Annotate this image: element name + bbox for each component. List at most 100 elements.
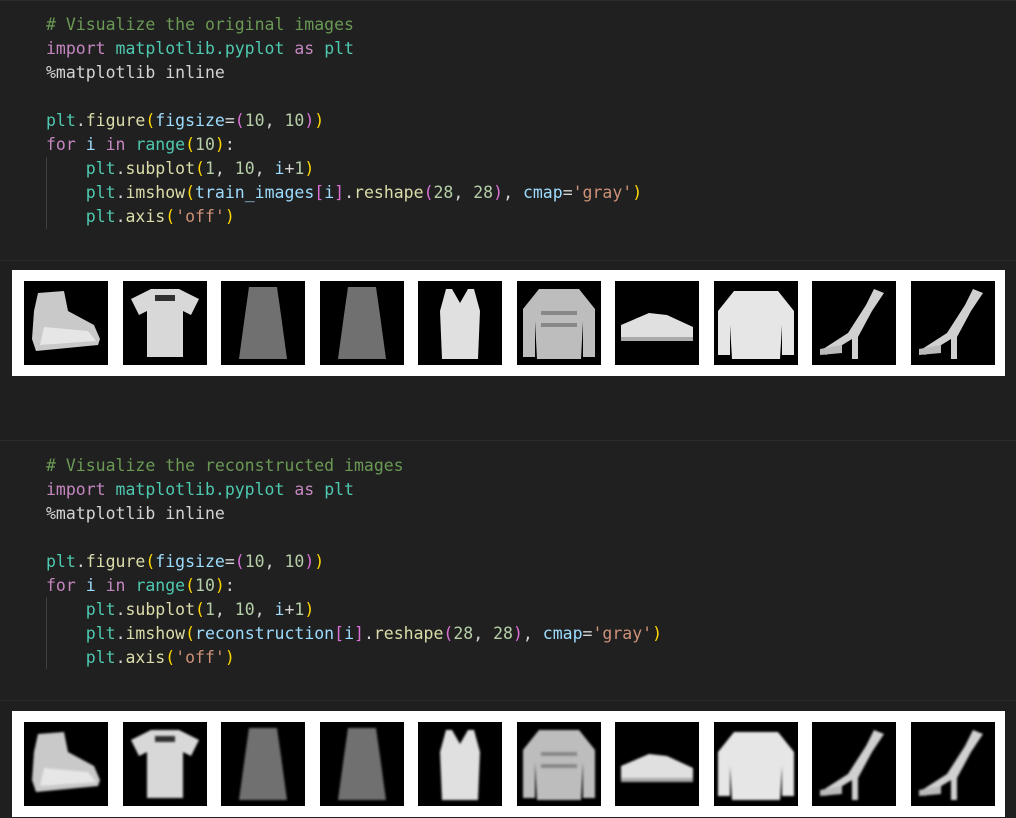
- code-token: ,: [503, 183, 523, 202]
- code-line: plt.imshow(reconstruction[i].reshape(28,…: [46, 622, 662, 646]
- code-token: .: [115, 648, 126, 667]
- code-token: (: [145, 111, 156, 130]
- code-line: plt.axis('off'): [46, 646, 662, 670]
- pullover-image: [522, 289, 595, 359]
- code-token: ,: [214, 600, 235, 619]
- code-token: [: [334, 624, 345, 643]
- code-token: =: [224, 552, 235, 571]
- pullover-image: [717, 732, 794, 800]
- code-token: ,: [214, 159, 235, 178]
- code-token: ]: [334, 183, 345, 202]
- code-line: plt.figure(figsize=(10, 10)): [46, 550, 662, 574]
- sandal-image: [918, 289, 983, 359]
- code-cell-reconstructed[interactable]: # Visualize the reconstructed images impo…: [0, 440, 1016, 701]
- code-line: for i in range(10):: [46, 574, 662, 598]
- code-line: plt.subplot(1, 10, i+1): [46, 598, 662, 622]
- code-token: 'gray': [592, 624, 653, 643]
- code-token: (: [145, 552, 156, 571]
- code-token: plt: [85, 159, 116, 178]
- code-token: ]: [354, 624, 364, 643]
- code-token: .: [75, 552, 86, 571]
- code-token: 10: [195, 135, 215, 154]
- code-token: matplotlib.pyplot: [115, 39, 285, 58]
- code-token: i: [344, 624, 354, 643]
- code-token: 10: [195, 576, 215, 595]
- code-token: 10: [244, 552, 265, 571]
- code-token: .: [115, 207, 126, 226]
- code-token: plt: [85, 624, 116, 643]
- code-token: i: [324, 183, 335, 202]
- code-token: i: [274, 159, 285, 178]
- code-cell-original[interactable]: # Visualize the original images import ma…: [0, 0, 1016, 261]
- code-token: =: [582, 624, 593, 643]
- code-token: (: [234, 111, 245, 130]
- code-line: plt.figure(figsize=(10, 10)): [46, 109, 642, 133]
- code-line: import matplotlib.pyplot as plt: [46, 37, 642, 61]
- pullover-image: [717, 291, 794, 359]
- ankle-boot-image: [32, 291, 100, 351]
- sandal-image: [918, 730, 983, 800]
- code-token: (: [165, 648, 176, 667]
- thumbnail-ankle-boot: [24, 722, 108, 806]
- code-token: 'off': [175, 648, 225, 667]
- code-token: (: [185, 624, 196, 643]
- code-token: reshape: [373, 624, 444, 643]
- code-token: imshow: [125, 183, 186, 202]
- code-token: ): [304, 111, 315, 130]
- code-token: in: [105, 576, 126, 595]
- code-line: plt.imshow(train_images[i].reshape(28, 2…: [46, 181, 642, 205]
- code-token: # Visualize the original images: [46, 15, 354, 34]
- code-token: 10: [234, 159, 255, 178]
- code-token: ): [314, 111, 325, 130]
- code-token: 28: [473, 183, 494, 202]
- code-token: plt: [85, 207, 116, 226]
- code-token: plt: [324, 39, 354, 58]
- code-token: ): [314, 552, 325, 571]
- code-editor[interactable]: # Visualize the reconstructed images impo…: [46, 454, 662, 670]
- sneaker-image: [621, 313, 693, 341]
- thumbnail-t-shirt: [122, 281, 207, 365]
- code-token: import: [46, 480, 106, 499]
- code-token: axis: [125, 648, 166, 667]
- thumbnail-sandal: [910, 281, 995, 365]
- thumbnail-ankle-boot: [24, 281, 108, 365]
- code-line: # Visualize the original images: [46, 13, 642, 37]
- thumbnail-top: [418, 281, 502, 365]
- code-token: ,: [254, 159, 275, 178]
- code-token: 10: [234, 600, 255, 619]
- thumbnail-sneaker: [615, 281, 699, 365]
- code-token: as: [294, 39, 315, 58]
- code-token: ): [304, 552, 315, 571]
- code-token: ): [512, 624, 523, 643]
- output-original-images: [12, 270, 1005, 376]
- top-image: [440, 289, 480, 359]
- code-token: ): [224, 207, 235, 226]
- code-token: in: [105, 135, 126, 154]
- code-token: ): [214, 135, 225, 154]
- code-token: ,: [264, 111, 285, 130]
- code-line: for i in range(10):: [46, 133, 642, 157]
- code-token: ): [304, 159, 315, 178]
- code-editor[interactable]: # Visualize the original images import ma…: [46, 13, 642, 229]
- code-token: .: [115, 600, 126, 619]
- code-token: ,: [453, 183, 474, 202]
- code-token: plt: [85, 183, 116, 202]
- code-token: cmap: [542, 624, 583, 643]
- thumbnail-dress: [221, 281, 305, 365]
- sneaker-image: [621, 754, 693, 782]
- code-token: ): [214, 576, 225, 595]
- code-token: figsize: [155, 111, 225, 130]
- thumbnail-dress: [319, 281, 404, 365]
- thumbnail-strip: [24, 281, 995, 365]
- code-token: .: [75, 111, 86, 130]
- code-token: ,: [473, 624, 494, 643]
